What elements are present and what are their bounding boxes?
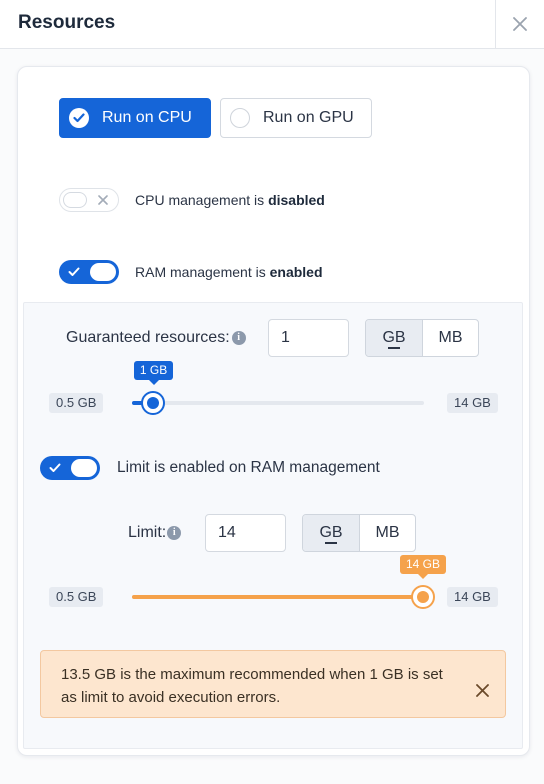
info-icon[interactable]: i (231, 330, 246, 345)
thumb-dot (417, 591, 429, 603)
check-circle-icon (69, 108, 89, 128)
close-icon (513, 17, 527, 31)
check-icon (68, 267, 80, 276)
guaranteed-min-label: 0.5 GB (49, 393, 104, 413)
cpu-management-prefix: CPU management is (135, 192, 269, 208)
guaranteed-resources-input[interactable]: 1 (268, 319, 349, 357)
cpu-management-state: disabled (268, 192, 325, 208)
ram-management-prefix: RAM management is (135, 264, 270, 280)
toggle-knob (63, 192, 87, 208)
guaranteed-resources-text: Guaranteed resources: (66, 329, 230, 346)
limit-input[interactable]: 14 (205, 514, 286, 552)
guaranteed-max-label: 14 GB (447, 393, 498, 413)
radio-empty-icon (230, 108, 250, 128)
panel-header: Resources (0, 0, 544, 49)
run-on-gpu-label: Run on GPU (263, 109, 354, 126)
panel-title: Resources (18, 12, 116, 33)
guaranteed-slider-track[interactable] (132, 401, 424, 405)
limit-unit-gb[interactable]: GB (303, 515, 359, 551)
run-on-gpu-button[interactable]: Run on GPU (220, 98, 372, 138)
ram-management-toggle[interactable] (59, 260, 119, 284)
limit-slider-fill (132, 595, 423, 599)
limit-toggle-label: Limit is enabled on RAM management (117, 459, 380, 476)
close-button[interactable] (495, 0, 544, 48)
limit-warning-text: 13.5 GB is the maximum recommended when … (61, 666, 443, 706)
toggle-knob (90, 263, 116, 281)
ram-management-text: RAM management is enabled (135, 264, 323, 280)
guaranteed-unit-mb[interactable]: MB (422, 320, 478, 356)
cpu-management-text: CPU management is disabled (135, 192, 325, 208)
thumb-dot (147, 397, 160, 409)
run-on-cpu-button[interactable]: Run on CPU (59, 98, 211, 138)
toggle-knob (71, 459, 97, 477)
ram-management-state: enabled (269, 264, 323, 280)
cpu-management-toggle[interactable] (59, 188, 119, 212)
resources-panel: Resources Run on CPU Run on GPU CPU mana… (0, 0, 544, 784)
limit-unit-mb[interactable]: MB (359, 515, 415, 551)
limit-toggle[interactable] (40, 456, 100, 480)
limit-min-label: 0.5 GB (49, 587, 104, 607)
guaranteed-slider-tooltip: 1 GB (133, 361, 174, 385)
limit-text: Limit: (128, 524, 167, 541)
limit-label: Limit: i (128, 524, 182, 542)
info-icon[interactable]: i (167, 525, 182, 540)
x-icon (98, 195, 108, 205)
guaranteed-unit-selector: GB MB (365, 319, 479, 357)
limit-slider-tooltip: 14 GB (400, 555, 447, 579)
limit-warning-alert: 13.5 GB is the maximum recommended when … (40, 650, 506, 718)
check-icon (49, 463, 61, 472)
limit-unit-selector: GB MB (302, 514, 416, 552)
close-icon[interactable] (476, 684, 489, 697)
limit-max-label: 14 GB (447, 587, 498, 607)
guaranteed-unit-gb[interactable]: GB (366, 320, 422, 356)
run-on-cpu-label: Run on CPU (102, 109, 192, 126)
guaranteed-resources-label: Guaranteed resources: i (66, 329, 246, 347)
limit-slider-thumb[interactable] (411, 585, 435, 609)
